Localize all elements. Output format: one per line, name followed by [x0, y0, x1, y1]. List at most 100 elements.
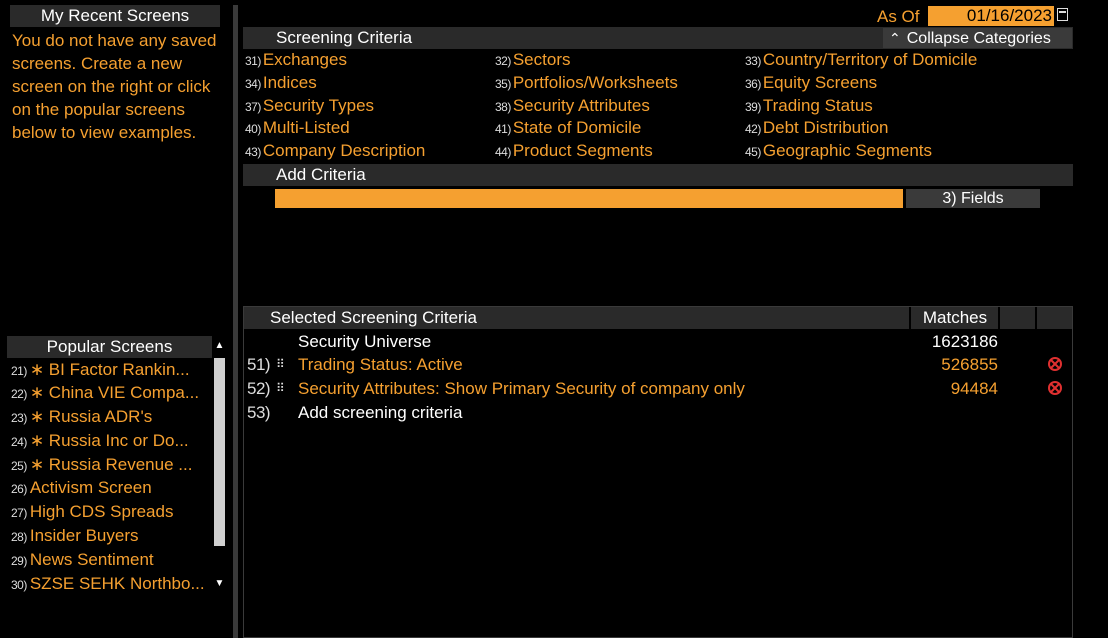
add-screening-criteria-link[interactable]: Add screening criteria	[298, 401, 462, 424]
item-label: News Sentiment	[29, 550, 154, 569]
item-number: 24)	[11, 435, 27, 449]
popular-screen-item[interactable]: 29) News Sentiment	[11, 550, 211, 573]
item-number: 40)	[245, 122, 261, 136]
criteria-trading-status[interactable]: 39) Trading Status	[745, 96, 873, 118]
drag-handle-icon[interactable]: ⠿	[276, 353, 285, 376]
item-number: 22)	[11, 387, 27, 401]
criteria-product-segments[interactable]: 44) Product Segments	[495, 141, 653, 163]
popular-screen-item[interactable]: 27) High CDS Spreads	[11, 502, 211, 525]
item-label: ∗ Russia ADR's	[29, 407, 153, 426]
recent-screens-message: You do not have any saved screens. Creat…	[12, 31, 217, 142]
criteria-row-trading-status[interactable]: Trading Status: Active	[298, 353, 463, 376]
criteria-row-matches[interactable]: 94484	[888, 377, 998, 400]
item-label: Country/Territory of Domicile	[762, 50, 978, 69]
as-of-label: As Of	[877, 7, 920, 26]
recent-screens-header: My Recent Screens	[10, 5, 220, 27]
criteria-geographic-segments[interactable]: 45) Geographic Segments	[745, 141, 932, 163]
item-number: 28)	[11, 530, 27, 544]
item-number: 29)	[11, 554, 27, 568]
criteria-row-matches[interactable]: 526855	[888, 353, 998, 376]
add-criteria-title: Add Criteria	[276, 165, 366, 184]
item-label: ∗ Russia Inc or Do...	[29, 431, 189, 450]
criteria-debt-distribution[interactable]: 42) Debt Distribution	[745, 118, 889, 140]
item-number: 41)	[495, 122, 511, 136]
item-label: Portfolios/Worksheets	[512, 73, 678, 92]
selected-criteria-title: Selected Screening Criteria	[270, 308, 477, 327]
item-number: 38)	[495, 100, 511, 114]
add-criteria-input[interactable]	[275, 189, 903, 208]
item-number: 35)	[495, 77, 511, 91]
item-label: Company Description	[262, 141, 426, 160]
fields-button[interactable]: 3) Fields	[906, 189, 1040, 208]
item-number: 34)	[245, 77, 261, 91]
criteria-equity-screens[interactable]: 36) Equity Screens	[745, 73, 877, 95]
item-label: Geographic Segments	[762, 141, 932, 160]
criteria-sectors[interactable]: 32) Sectors	[495, 50, 570, 72]
item-label: Exchanges	[262, 50, 347, 69]
calendar-icon[interactable]	[1057, 8, 1068, 21]
item-label: Security Types	[262, 96, 375, 115]
item-number: 43)	[245, 145, 261, 159]
scroll-thumb[interactable]	[214, 358, 225, 546]
criteria-row-security-attributes[interactable]: Security Attributes: Show Primary Securi…	[298, 377, 745, 400]
row-number: 52)	[247, 379, 271, 398]
item-label: Trading Status	[762, 96, 873, 115]
item-label: Product Segments	[512, 141, 653, 160]
collapse-categories-label: Collapse Categories	[906, 30, 1051, 47]
item-number: 36)	[745, 77, 761, 91]
remove-criteria-icon[interactable]	[1048, 357, 1062, 371]
chevron-up-icon: ⌃	[889, 30, 901, 46]
item-label: Debt Distribution	[762, 118, 889, 137]
popular-screen-item[interactable]: 28) Insider Buyers	[11, 526, 211, 549]
criteria-exchanges[interactable]: 31) Exchanges	[245, 50, 347, 72]
popular-screen-item[interactable]: 21) ∗ BI Factor Rankin...	[11, 360, 211, 383]
drag-handle-icon[interactable]: ⠿	[276, 377, 285, 400]
criteria-security-types[interactable]: 37) Security Types	[245, 96, 374, 118]
criteria-multi-listed[interactable]: 40) Multi-Listed	[245, 118, 350, 140]
criteria-country-of-domicile[interactable]: 33) Country/Territory of Domicile	[745, 50, 977, 72]
item-number: 33)	[745, 54, 761, 68]
matches-column-header: Matches	[922, 308, 988, 327]
item-label: Security Attributes	[512, 96, 650, 115]
popular-screen-item[interactable]: 22) ∗ China VIE Compa...	[11, 383, 211, 406]
popular-screen-item[interactable]: 24) ∗ Russia Inc or Do...	[11, 431, 211, 454]
remove-criteria-icon[interactable]	[1048, 381, 1062, 395]
criteria-company-description[interactable]: 43) Company Description	[245, 141, 425, 163]
popular-scrollbar[interactable]: ▲ ▼	[213, 336, 226, 594]
scroll-up-icon[interactable]: ▲	[213, 336, 226, 356]
collapse-categories-button[interactable]: ⌃ Collapse Categories	[883, 28, 1072, 48]
item-number: 31)	[245, 54, 261, 68]
item-label: Insider Buyers	[29, 526, 139, 545]
criteria-security-attributes[interactable]: 38) Security Attributes	[495, 96, 650, 118]
item-label: State of Domicile	[512, 118, 642, 137]
panel-divider[interactable]	[233, 5, 238, 638]
item-number: 44)	[495, 145, 511, 159]
popular-screen-item[interactable]: 26) Activism Screen	[11, 478, 211, 501]
item-number: 23)	[11, 411, 27, 425]
criteria-indices[interactable]: 34) Indices	[245, 73, 317, 95]
item-label: Multi-Listed	[262, 118, 350, 137]
item-label: Sectors	[512, 50, 571, 69]
item-number: 45)	[745, 145, 761, 159]
scroll-down-icon[interactable]: ▼	[213, 574, 226, 594]
as-of-date-input[interactable]: 01/16/2023	[928, 6, 1054, 26]
item-number: 32)	[495, 54, 511, 68]
row-number: 53)	[247, 403, 271, 422]
item-label: High CDS Spreads	[29, 502, 174, 521]
popular-screen-item[interactable]: 30) SZSE SEHK Northbo...	[11, 574, 211, 597]
item-label: Activism Screen	[29, 478, 152, 497]
column-separator	[909, 307, 911, 329]
item-number: 26)	[11, 482, 27, 496]
item-number: 21)	[11, 364, 27, 378]
criteria-portfolios-worksheets[interactable]: 35) Portfolios/Worksheets	[495, 73, 678, 95]
item-label: ∗ China VIE Compa...	[29, 383, 200, 402]
security-universe-label: Security Universe	[298, 332, 432, 351]
item-number: 39)	[745, 100, 761, 114]
item-number: 30)	[11, 578, 27, 592]
criteria-state-of-domicile[interactable]: 41) State of Domicile	[495, 118, 641, 140]
item-number: 25)	[11, 459, 27, 473]
popular-screen-item[interactable]: 23) ∗ Russia ADR's	[11, 407, 211, 430]
item-label: Indices	[262, 73, 317, 92]
popular-screen-item[interactable]: 25) ∗ Russia Revenue ...	[11, 455, 211, 478]
security-universe-matches: 1623186	[931, 332, 998, 351]
